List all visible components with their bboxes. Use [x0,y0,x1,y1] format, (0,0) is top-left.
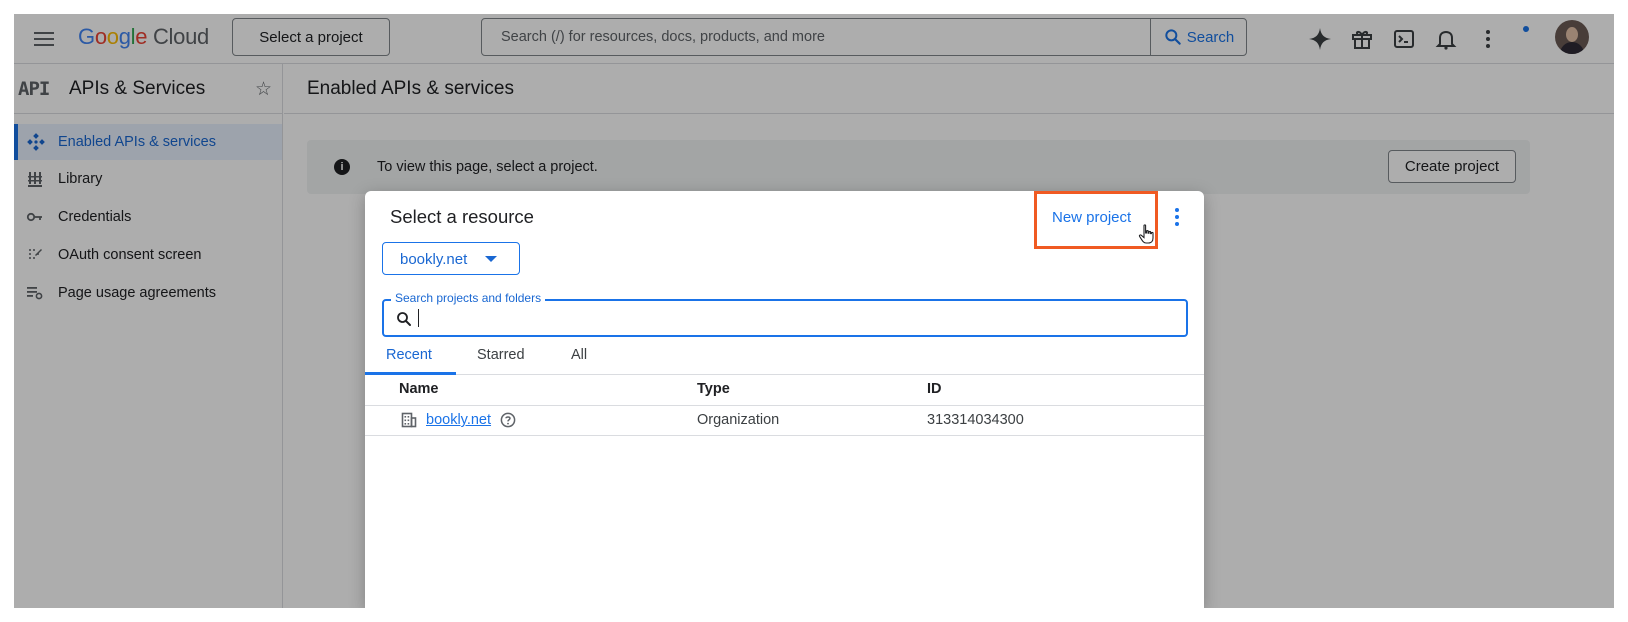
column-header-id[interactable]: ID [927,381,942,397]
resource-name-link[interactable]: bookly.net [426,412,491,428]
hand-pointer-cursor-icon [1138,224,1154,244]
tab-starred[interactable]: Starred [477,347,525,363]
text-cursor [418,309,419,327]
search-projects-input[interactable]: Search projects and folders [382,291,1188,337]
search-projects-label: Search projects and folders [391,291,546,305]
search-icon [397,312,411,326]
tab-recent[interactable]: Recent [386,347,432,363]
new-project-button[interactable]: New project [1052,209,1131,226]
dropdown-arrow-icon [485,256,497,262]
tab-all[interactable]: All [571,347,587,363]
header-divider [365,405,1204,406]
select-resource-dialog: Select a resource New project bookly.net… [365,191,1204,608]
dialog-more-options-icon[interactable] [1169,205,1185,229]
resource-id: 313314034300 [927,412,1024,428]
resource-type: Organization [697,412,780,428]
row-divider [365,435,1204,436]
column-header-type[interactable]: Type [697,381,730,397]
tabs-divider [365,374,1204,375]
help-circle-icon[interactable] [500,412,516,428]
active-tab-indicator [365,372,456,375]
new-project-highlight: New project [1034,191,1158,249]
app-window: Google Cloud Select a project Search (/)… [14,14,1614,608]
dialog-title: Select a resource [390,206,534,227]
column-header-name[interactable]: Name [399,381,439,397]
organization-building-icon [401,412,417,428]
organization-selector-value: bookly.net [400,251,468,268]
organization-selector[interactable]: bookly.net [382,242,520,275]
